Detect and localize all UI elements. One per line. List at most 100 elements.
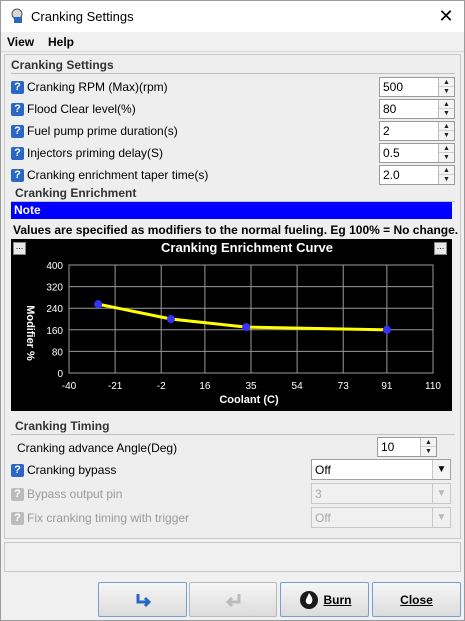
chevron-down-icon[interactable]: ▼	[432, 460, 450, 479]
data-point[interactable]	[382, 325, 391, 334]
bypass-output-pin-label: Bypass output pin	[27, 487, 123, 501]
cranking-rpm-label: Cranking RPM (Max)(rpm)	[27, 80, 168, 94]
help-icon[interactable]: ?	[11, 103, 24, 116]
bypass-output-pin-select: 3 ▼	[311, 483, 451, 504]
group-divider	[11, 434, 455, 435]
y-tick-label: 80	[52, 347, 64, 358]
x-tick-label: 16	[199, 381, 211, 392]
spin-down-icon[interactable]: ▼	[439, 153, 454, 162]
spinner-buttons[interactable]: ▲ ▼	[438, 100, 454, 118]
y-tick-label: 400	[46, 261, 63, 272]
redo-button[interactable]	[189, 582, 277, 617]
cranking-advance-spinner[interactable]: 10 ▲ ▼	[377, 437, 437, 457]
y-tick-label: 160	[46, 326, 63, 337]
chevron-down-icon: ▼	[432, 484, 450, 503]
spin-down-icon[interactable]: ▼	[439, 109, 454, 118]
x-tick-label: 35	[245, 381, 257, 392]
spin-up-icon[interactable]: ▲	[439, 100, 454, 109]
spin-down-icon[interactable]: ▼	[421, 447, 436, 456]
taper-time-label: Cranking enrichment taper time(s)	[27, 168, 209, 182]
menu-help[interactable]: Help	[48, 35, 74, 49]
x-tick-label: 91	[381, 381, 393, 392]
chart-svg: Cranking Enrichment Curve Modifier % Coo…	[24, 240, 441, 406]
note-header: Note	[11, 202, 452, 219]
cranking-advance-label: Cranking advance Angle(Deg)	[17, 441, 178, 455]
spin-down-icon[interactable]: ▼	[439, 175, 454, 184]
spin-down-icon[interactable]: ▼	[439, 131, 454, 140]
x-tick-label: -40	[62, 381, 77, 392]
cranking-timing-title: Cranking Timing	[15, 419, 110, 433]
injectors-priming-value[interactable]: 0.5	[383, 146, 400, 160]
spin-up-icon[interactable]: ▲	[439, 122, 454, 131]
spinner-buttons[interactable]: ▲ ▼	[438, 166, 454, 184]
fuel-pump-prime-value[interactable]: 2	[383, 124, 390, 138]
y-tick-label: 0	[57, 369, 63, 380]
cranking-settings-title: Cranking Settings	[11, 58, 114, 72]
fix-timing-value: Off	[315, 511, 331, 525]
help-icon[interactable]: ?	[11, 81, 24, 94]
spin-up-icon[interactable]: ▲	[439, 166, 454, 175]
flood-clear-label: Flood Clear level(%)	[27, 102, 136, 116]
flood-clear-spinner[interactable]: 80 ▲ ▼	[379, 99, 455, 119]
taper-time-value[interactable]: 2.0	[383, 168, 400, 182]
cranking-settings-window: Cranking Settings ✕ View Help Cranking S…	[0, 0, 465, 621]
help-icon[interactable]: ?	[11, 464, 24, 477]
spin-up-icon[interactable]: ▲	[439, 144, 454, 153]
redo-icon	[225, 594, 241, 608]
cranking-rpm-value[interactable]: 500	[383, 80, 403, 94]
help-icon[interactable]: ?	[11, 125, 24, 138]
cranking-bypass-select[interactable]: Off ▼	[311, 459, 451, 480]
close-window-icon[interactable]: ✕	[431, 3, 461, 29]
spinner-buttons[interactable]: ▲ ▼	[438, 78, 454, 96]
cranking-bypass-label: Cranking bypass	[27, 463, 117, 477]
help-icon: ?	[11, 512, 24, 525]
undo-button[interactable]	[98, 582, 187, 617]
burn-button[interactable]: Burn	[280, 582, 369, 617]
data-point[interactable]	[242, 323, 251, 332]
cranking-enrichment-title: Cranking Enrichment	[15, 186, 137, 200]
bypass-output-pin-value: 3	[315, 487, 322, 501]
cranking-advance-value[interactable]: 10	[381, 440, 394, 454]
fix-timing-select: Off ▼	[311, 507, 451, 528]
burn-label[interactable]: Burn	[281, 593, 368, 607]
x-tick-label: 110	[425, 381, 441, 392]
status-strip	[4, 542, 461, 572]
enrichment-curve-chart[interactable]: ... ... Cranking Enrichment Curve Modifi…	[11, 239, 452, 411]
menu-view[interactable]: View	[7, 35, 34, 49]
help-icon[interactable]: ?	[11, 169, 24, 182]
help-icon: ?	[11, 488, 24, 501]
data-point[interactable]	[94, 300, 103, 309]
injectors-priming-label: Injectors priming delay(S)	[27, 146, 164, 160]
spin-up-icon[interactable]: ▲	[421, 438, 436, 447]
y-axis-label: Modifier %	[24, 305, 36, 361]
help-icon[interactable]: ?	[11, 147, 24, 160]
chart-series[interactable]	[94, 300, 391, 334]
flood-clear-value[interactable]: 80	[383, 102, 396, 116]
injectors-priming-spinner[interactable]: 0.5 ▲ ▼	[379, 143, 455, 163]
group-divider	[11, 73, 455, 74]
taper-time-spinner[interactable]: 2.0 ▲ ▼	[379, 165, 455, 185]
fuel-pump-prime-spinner[interactable]: 2 ▲ ▼	[379, 121, 455, 141]
x-axis-label: Coolant (C)	[219, 394, 279, 406]
spin-down-icon[interactable]: ▼	[439, 87, 454, 96]
undo-icon	[136, 594, 152, 608]
x-tick-label: -2	[157, 381, 166, 392]
cranking-rpm-spinner[interactable]: 500 ▲ ▼	[379, 77, 455, 97]
close-button[interactable]: Close	[372, 582, 461, 617]
chart-title: Cranking Enrichment Curve	[161, 240, 333, 255]
cranking-bypass-value[interactable]: Off	[315, 463, 331, 477]
spinner-buttons[interactable]: ▲ ▼	[420, 438, 436, 456]
window-title: Cranking Settings	[31, 9, 134, 24]
title-bar: Cranking Settings ✕	[1, 1, 464, 32]
spinner-buttons[interactable]: ▲ ▼	[438, 122, 454, 140]
x-tick-label: 73	[338, 381, 350, 392]
data-point[interactable]	[166, 315, 175, 323]
x-tick-label: -21	[108, 381, 123, 392]
note-text: Values are specified as modifiers to the…	[13, 223, 459, 237]
spinner-buttons[interactable]: ▲ ▼	[438, 144, 454, 162]
app-icon	[11, 8, 23, 23]
chart-grid	[68, 264, 434, 374]
close-label[interactable]: Close	[373, 593, 460, 607]
chevron-down-icon: ▼	[432, 508, 450, 527]
spin-up-icon[interactable]: ▲	[439, 78, 454, 87]
